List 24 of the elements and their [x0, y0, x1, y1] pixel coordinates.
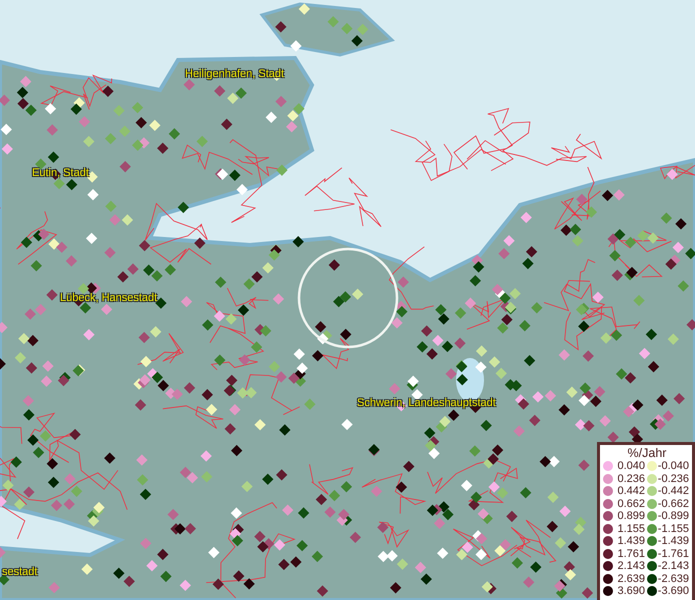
legend-value: -0.040	[657, 460, 689, 472]
legend-value: -2.143	[657, 560, 689, 572]
legend-value: -0.899	[657, 510, 689, 522]
legend-title: %/Jahr	[626, 446, 668, 460]
legend-value: -2.639	[657, 572, 689, 585]
legend-value: 1.439	[616, 535, 645, 548]
legend-value: -0.442	[657, 485, 689, 498]
legend-value: -1.439	[657, 535, 689, 548]
legend-value: 0.662	[616, 498, 645, 510]
legend-value: -3.690	[657, 585, 689, 598]
legend-value: 2.639	[616, 572, 645, 585]
legend-value: 3.690	[616, 585, 645, 598]
legend-value: 0.442	[616, 485, 645, 498]
legend-value: -0.662	[657, 498, 689, 510]
legend-value: -1.761	[657, 548, 689, 560]
place-label: sestadt	[2, 566, 38, 578]
legend-value: 1.761	[616, 548, 645, 560]
legend-value: 0.236	[616, 472, 645, 485]
legend-value: 0.899	[616, 510, 645, 522]
legend-value: 2.143	[616, 560, 645, 572]
legend-value: 1.155	[616, 522, 645, 535]
legend-value: -0.236	[657, 472, 689, 485]
legend-value: -1.155	[657, 522, 689, 535]
legend-value: 0.040	[616, 460, 645, 472]
